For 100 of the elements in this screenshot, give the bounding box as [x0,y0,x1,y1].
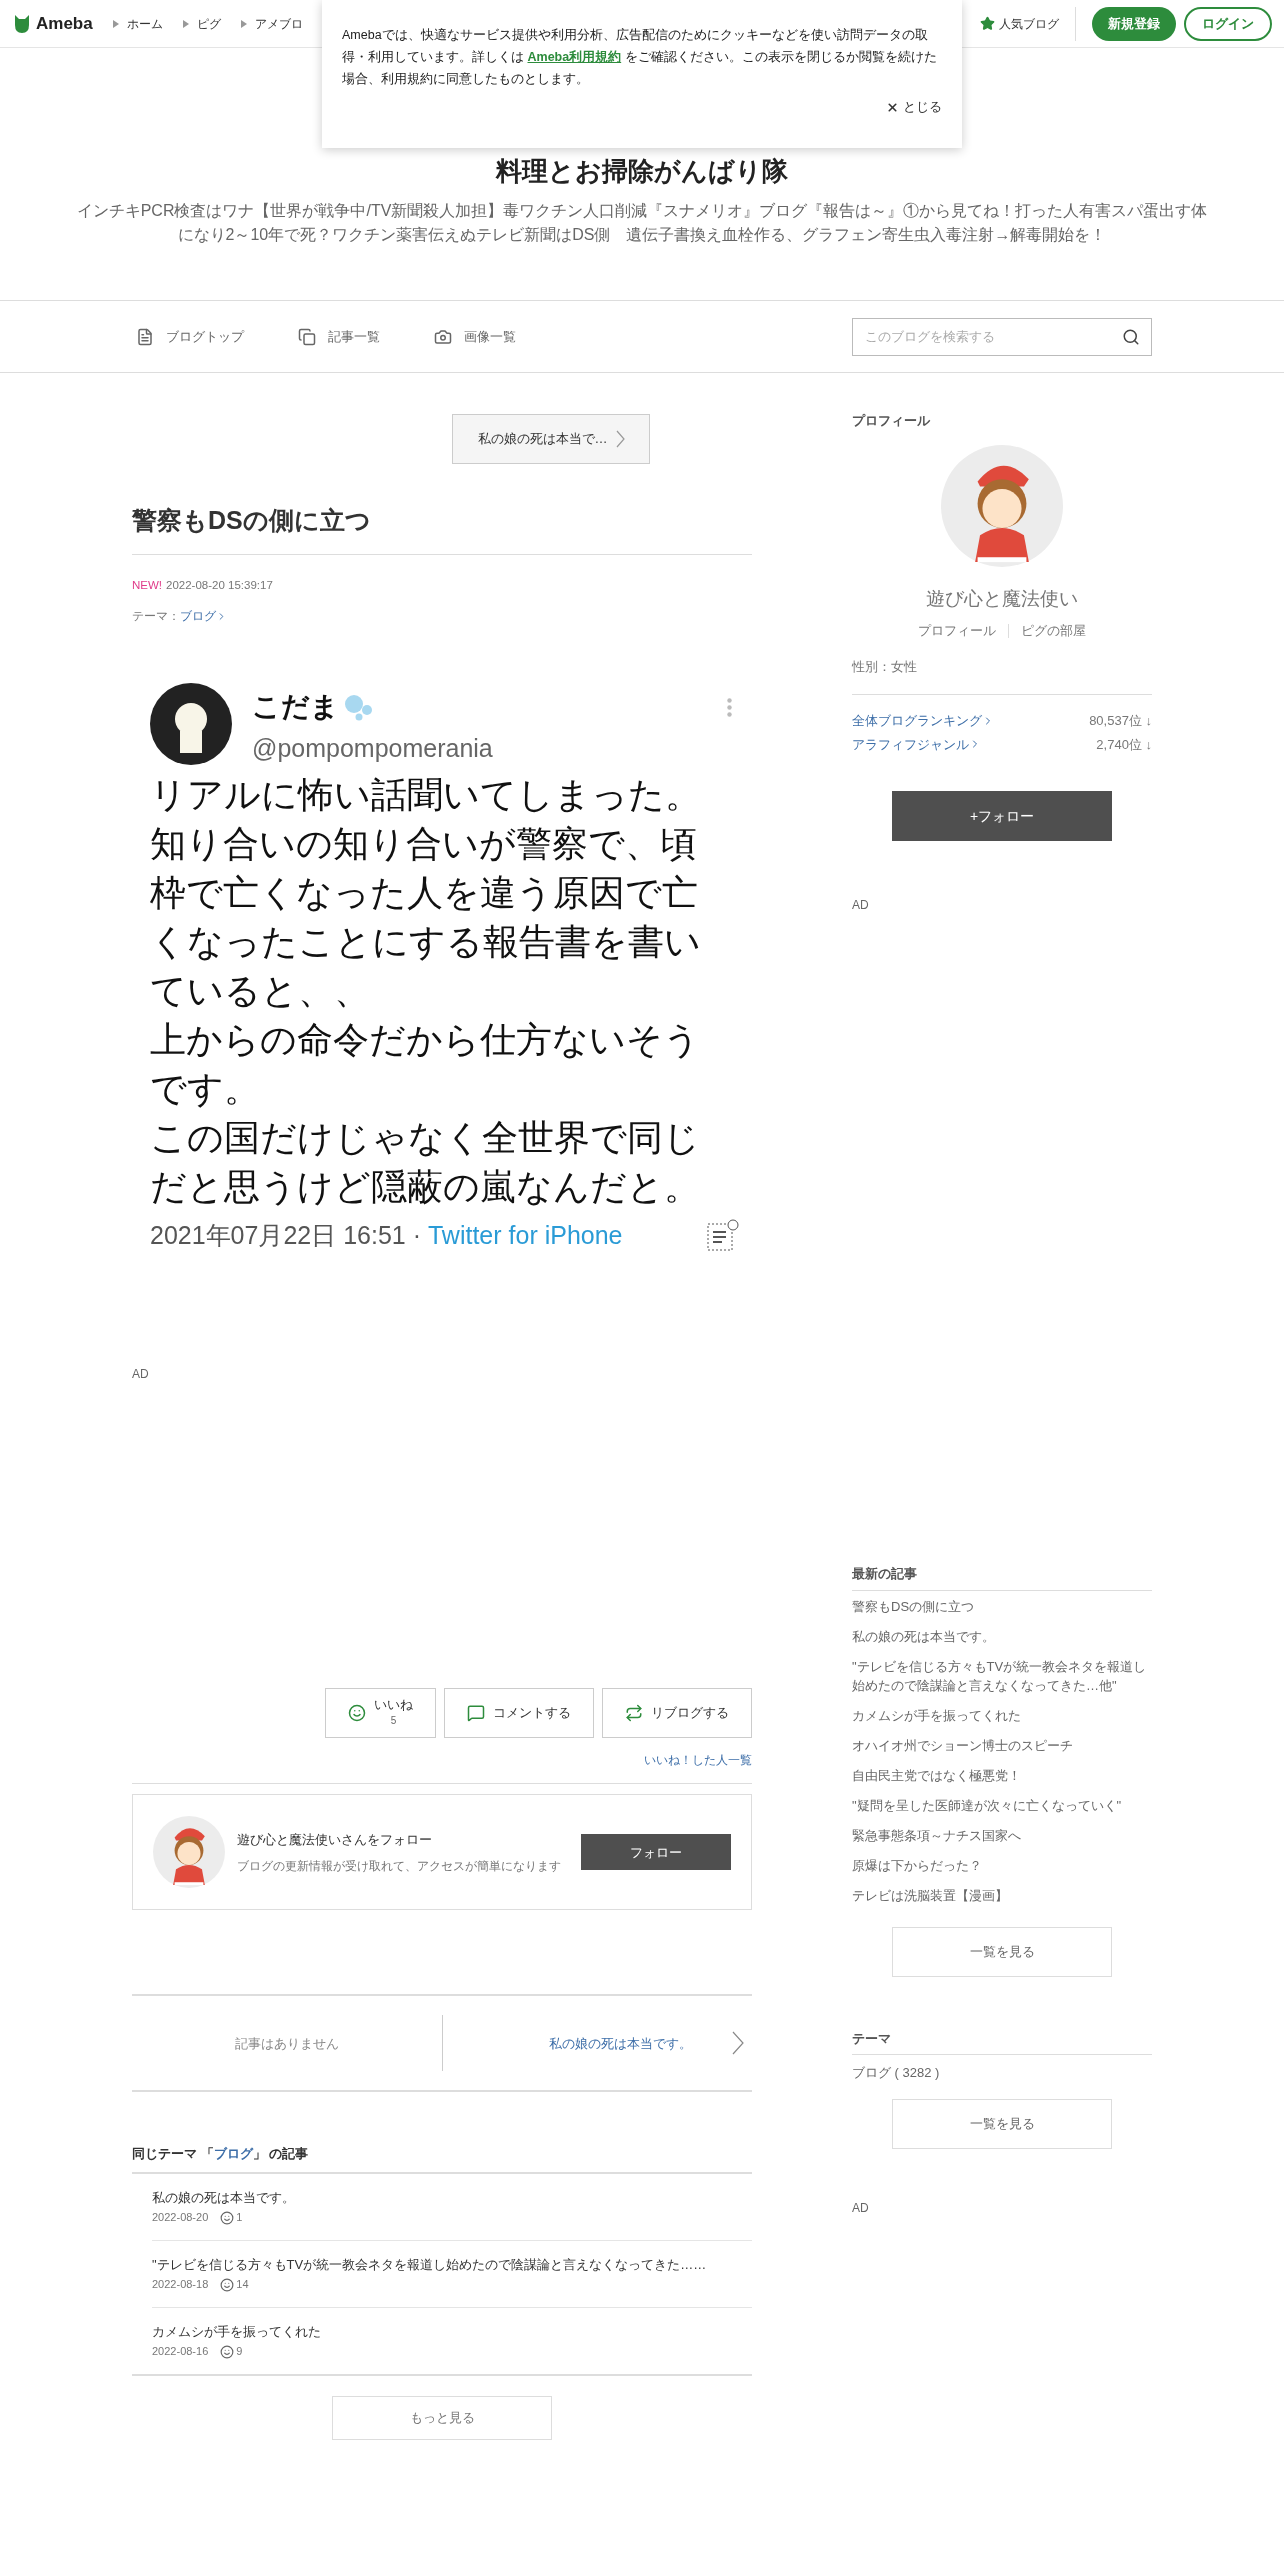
profile-link[interactable]: ピグの部屋 [1021,621,1086,641]
post-date: 2022-08-20 15:39:17 [166,577,273,593]
ranking-value: 2,740位 ↓ [1096,735,1152,754]
blog-title[interactable]: 料理とお掃除がんばり隊 [496,152,788,191]
search-field[interactable]: このブログを検索する [852,317,1152,356]
latest-article-link[interactable]: 私の娘の死は本当です。 [852,1626,1152,1646]
blog-nav-link[interactable]: 記事一覧 [298,326,380,347]
doc-icon [136,327,154,346]
tweet-text: 知り合いの知り合いが警察で、頃枠で亡くなった人を違う原因で亡くなったことにする報告書を書いていると、、 [150,821,702,1013]
close-icon [886,100,899,114]
pages-icon [298,327,316,346]
ranking-link[interactable]: 全体ブログランキング [852,711,994,731]
latest-article-link[interactable]: カメムシが手を振ってくれた [852,1705,1152,1725]
smile-icon [348,1704,366,1722]
article-link[interactable]: カメムシが手を振ってくれた [152,2321,752,2342]
latest-article-link[interactable]: "疑問を呈した医師達が次々に亡くなっていく" [852,1795,1152,1815]
profile-heading: プロフィール [852,412,931,430]
profile-name: 遊び心と魔法使い [925,586,1079,611]
gender-text: 性別：女性 [852,656,1152,695]
note-icon [706,1218,740,1253]
tweet-text: リアルに怖い話聞いてしまった。 [150,772,702,817]
theme-heading: テーマ [852,2028,1152,2055]
smile-icon [220,2344,235,2359]
like-count: 9 [236,2344,243,2360]
like-count: 14 [236,2277,249,2293]
avatar-icon [153,1816,225,1889]
ad-label: AD [132,1366,150,1383]
same-theme-heading: 同じテーマ 「ブログ」 の記事 [132,2144,752,2174]
follow-title: 遊び心と魔法使いさんをフォロー [237,1830,433,1849]
tweet-date: 2021年07月22日 16:51 · [150,1219,422,1251]
latest-article-link[interactable]: テレビは洗脳装置【漫画】 [852,1885,1152,1905]
article-link[interactable]: 私の娘の死は本当です。 [152,2187,752,2208]
article-date: 2022-08-20 [152,2210,209,2226]
view-all-button[interactable]: 一覧を見る [892,1926,1112,1977]
like-count: 1 [236,2210,243,2226]
chevron-right-icon [615,430,625,448]
theme-link[interactable]: ブログ [213,2146,253,2162]
chevron-right-icon [732,2031,744,2056]
view-all-button[interactable]: 一覧を見る [892,2098,1112,2149]
terms-link[interactable]: Ameba利用規約 [527,50,622,64]
speech-icon [467,1704,485,1722]
latest-heading: 最新の記事 [852,1564,1152,1591]
likers-link[interactable]: いいね！した人一覧 [644,1752,752,1770]
smile-icon [220,2210,235,2225]
popular-blog-link[interactable]: 人気ブログ [980,14,1059,33]
theme-link[interactable]: ブログ ( 3282 ) [852,2063,1152,2083]
blog-nav-link[interactable]: 画像一覧 [434,326,516,347]
star-icon [980,16,995,31]
login-button[interactable]: ログイン [1184,6,1272,41]
comment-button[interactable]: コメントする [444,1688,594,1738]
avatar-icon [150,683,232,765]
header-link[interactable]: ホーム [112,14,163,33]
logo-text[interactable]: Ameba [36,10,93,37]
latest-article-link[interactable]: オハイオ州でショーン博士のスピーチ [852,1735,1152,1755]
theme-link[interactable]: ブログ [180,607,227,625]
latest-article-link[interactable]: 原爆は下からだった？ [852,1855,1152,1875]
signup-button[interactable]: 新規登録 [1092,6,1176,41]
triangle-icon [240,19,247,28]
header-link[interactable]: アメブロ [240,14,303,33]
article-date: 2022-08-16 [152,2344,209,2360]
more-button[interactable]: もっと見る [332,2395,552,2440]
article-link[interactable]: "テレビを信じる方々もTVが統一教会ネタを報道し始めたので陰謀論と言えなくなってきた…… [152,2254,752,2275]
article-date: 2022-08-18 [152,2277,209,2293]
tweet-handle: @pompompomerania [252,733,494,764]
previous-article-text: 記事はありません [234,2034,340,2053]
next-article-link[interactable]: 私の娘の死は本当です。 [443,2031,752,2056]
avatar-icon [941,444,1063,567]
bubbles-icon [343,693,375,721]
follow-subtitle: ブログの更新情報が受け取れて、アクセスが簡単になります [237,1858,561,1875]
previous-article-button[interactable]: 私の娘の死は本当で… [452,414,650,464]
article-title: 警察もDSの側に立つ [132,502,752,555]
reblog-button[interactable]: リブログする [602,1688,752,1738]
triangle-icon [112,19,119,28]
latest-article-link[interactable]: 警察もDSの側に立つ [852,1596,1152,1616]
profile-link[interactable]: プロフィール [918,621,996,641]
tweet-source: Twitter for iPhone [427,1219,623,1251]
latest-article-link[interactable]: 緊急事態条項～ナチス国家へ [852,1825,1152,1845]
logo-icon [12,12,32,35]
ad-label: AD [852,897,870,914]
close-button[interactable]: とじる [886,98,942,117]
cookie-notice: Amebaでは、快適なサービス提供や利用分析、広告配信のためにクッキーなどを使い訪問データの取得・利用しています。詳しくは Ameba利用規約 をご確認ください。この表示を閉じるか閲覧を続けた場合、利用規約に同意したものとします。 [342,27,938,88]
ad-label: AD [852,2199,870,2217]
smile-icon [220,2277,235,2292]
follow-button[interactable]: フォロー [581,1834,731,1871]
header-link[interactable]: ピグ [182,14,221,33]
like-button[interactable]: いいね 5 [325,1688,436,1738]
theme-label: テーマ： [132,608,180,624]
ranking-value: 80,537位 ↓ [1089,712,1152,730]
latest-article-link[interactable]: 自由民主党ではなく極悪党！ [852,1765,1152,1785]
tweet-text: この国だけじゃなく全世界で同じだと思うけど隠蔽の嵐なんだと。 [150,1115,701,1209]
latest-article-link[interactable]: "テレビを信じる方々もTVが統一教会ネタを報道し始めたので陰謀論と言えなくなってきた…他" [852,1656,1152,1695]
search-icon [1122,327,1140,346]
repeat-icon [625,1704,643,1722]
camera-icon [434,327,452,346]
triangle-icon [182,19,189,28]
blog-nav-link[interactable]: ブログトップ [136,326,244,347]
ranking-link[interactable]: アラフィフジャンル [852,734,981,754]
tweet-text: 上からの命令だから仕方ないそうです。 [150,1017,701,1111]
follow-button[interactable]: +フォロー [892,791,1112,841]
new-label: NEW! [132,577,163,593]
